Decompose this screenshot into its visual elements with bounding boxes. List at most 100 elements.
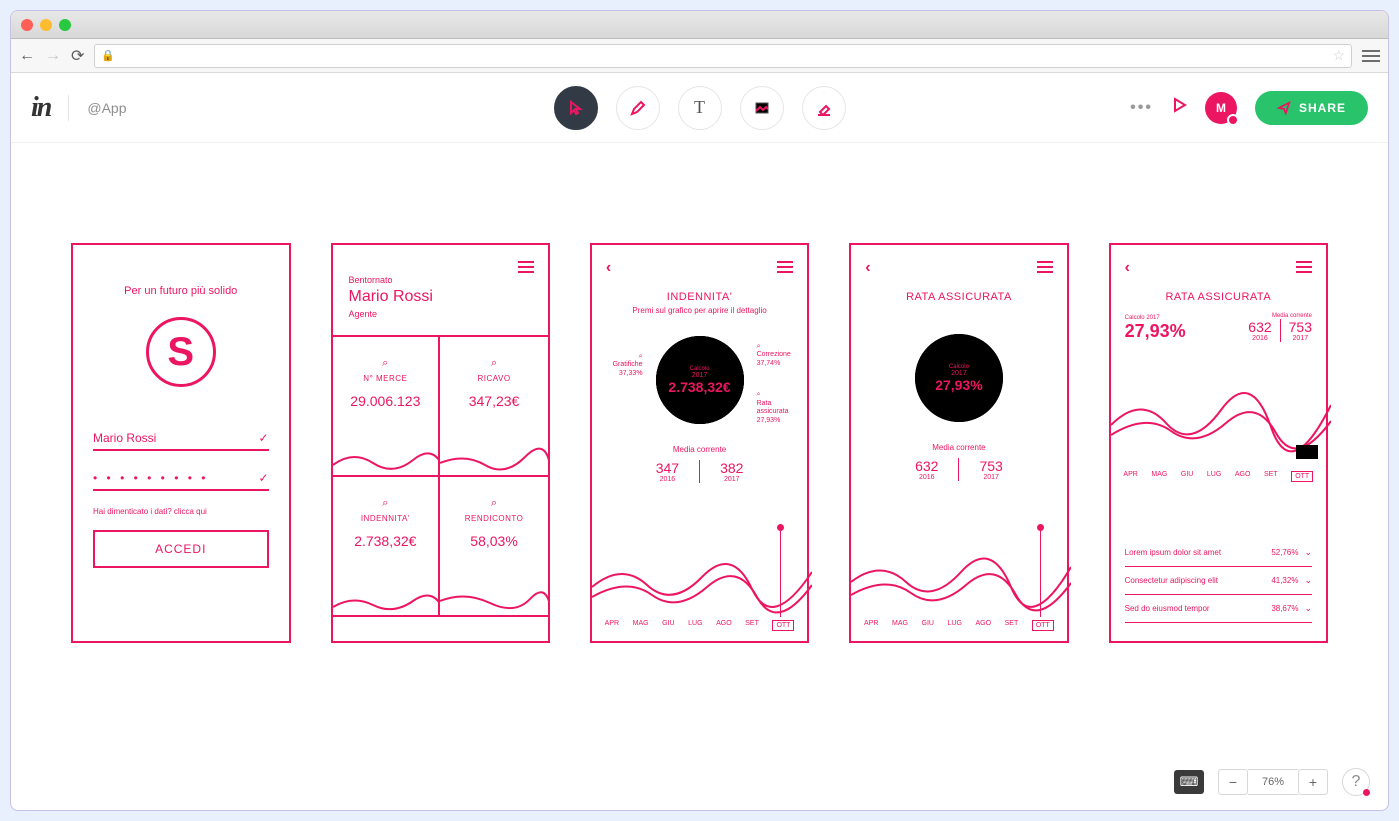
zoom-value[interactable]: 76%: [1248, 769, 1298, 795]
media-row: 6322016 7532017: [851, 458, 1066, 481]
cell-value: 58,03%: [448, 533, 540, 549]
donut-chart[interactable]: Calcolo 2017 2.738,32€ ⌕Gratifiche37,33%…: [645, 325, 755, 435]
share-button[interactable]: SHARE: [1255, 91, 1368, 125]
cell-rendiconto[interactable]: ⌕ RENDICONTO 58,03%: [440, 477, 548, 617]
artboard-login[interactable]: Per un futuro più solido S Mario Rossi ✓…: [71, 243, 291, 643]
window-maximize-icon[interactable]: [59, 19, 71, 31]
bookmark-star-icon[interactable]: ☆: [1332, 47, 1345, 64]
trend-chart: [851, 547, 1071, 617]
cell-label: RENDICONTO: [448, 514, 540, 523]
cell-label: N° MERCE: [341, 374, 431, 383]
user-role: Agente: [349, 309, 532, 319]
chevron-down-icon: ⌄: [1304, 547, 1312, 558]
zoom-out-button[interactable]: −: [1218, 769, 1248, 795]
cell-label: RICAVO: [448, 374, 540, 383]
month-axis: APRMAGGIULUGAGOSETOTT: [851, 620, 1066, 631]
more-menu-icon[interactable]: •••: [1130, 99, 1153, 117]
search-icon: ⌕: [341, 357, 431, 370]
donut-center: Calcolo 2017 2.738,32€: [645, 325, 755, 435]
browser-toolbar: ← → ⟳ 🔒 ☆: [11, 39, 1388, 73]
screen-subtitle: Premi sul grafico per aprire il dettagli…: [592, 306, 807, 315]
trend-chart: [592, 547, 812, 617]
dashboard-header: Bentornato Mario Rossi Agente: [333, 245, 548, 337]
address-bar[interactable]: 🔒 ☆: [94, 44, 1352, 68]
search-icon: ⌕: [341, 497, 431, 510]
check-icon: ✓: [258, 431, 268, 445]
invision-logo[interactable]: in: [31, 92, 50, 124]
artboard-dashboard[interactable]: Bentornato Mario Rossi Agente ⌕ N° MERCE…: [331, 243, 550, 643]
artboard-rata-detail[interactable]: ‹ RATA ASSICURATA Calcolo 2017 27,93% Me…: [1109, 243, 1328, 643]
pointer-tool[interactable]: [554, 86, 598, 130]
toolbar: T: [554, 86, 846, 130]
cell-merce[interactable]: ⌕ N° MERCE 29.006.123: [333, 337, 441, 477]
trend-chart: [1111, 375, 1331, 465]
summary-row: Calcolo 2017 27,93% Media corrente 63220…: [1111, 303, 1326, 348]
eraser-tool[interactable]: [802, 86, 846, 130]
menu-icon[interactable]: [1037, 261, 1053, 273]
header-right: ••• M SHARE: [1130, 91, 1368, 125]
back-icon[interactable]: ‹: [865, 259, 870, 277]
keyboard-icon[interactable]: ⌨: [1174, 770, 1204, 794]
pencil-tool[interactable]: [616, 86, 660, 130]
login-button[interactable]: ACCEDI: [93, 530, 269, 568]
cell-indennita[interactable]: ⌕ INDENNITA' 2.738,32€: [333, 477, 441, 617]
media-label: Media corrente: [592, 445, 807, 454]
forgot-link[interactable]: Hai dimenticato i dati? clicca qui: [93, 507, 269, 516]
user-avatar[interactable]: M: [1205, 92, 1237, 124]
back-icon[interactable]: ‹: [606, 259, 611, 277]
password-field[interactable]: • • • • • • • • • ✓: [93, 467, 269, 491]
breadcrumb[interactable]: @App: [87, 100, 126, 116]
cell-value: 2.738,32€: [341, 533, 431, 549]
zoom-in-button[interactable]: +: [1298, 769, 1328, 795]
welcome-label: Bentornato: [349, 275, 532, 285]
username-value: Mario Rossi: [93, 431, 156, 445]
month-axis: APRMAGGIULUGAGOSETOTT: [592, 620, 807, 631]
calc-percent: 27,93%: [1125, 321, 1186, 342]
browser-reload-icon[interactable]: ⟳: [71, 46, 84, 66]
browser-back-icon[interactable]: ←: [19, 47, 35, 65]
month-axis: APRMAGGIULUGAGOSETOTT: [1111, 471, 1326, 482]
list-item[interactable]: Sed do eiusmod tempor38,67%⌄: [1125, 595, 1312, 623]
window-minimize-icon[interactable]: [40, 19, 52, 31]
screen-title: RATA ASSICURATA: [851, 291, 1066, 303]
check-icon: ✓: [258, 471, 268, 485]
list-item[interactable]: Consectetur adipiscing elit41,32%⌄: [1125, 567, 1312, 595]
artboard-rata[interactable]: ‹ RATA ASSICURATA Calcolo 2017 27,93% Me…: [849, 243, 1068, 643]
text-tool[interactable]: T: [678, 86, 722, 130]
cell-ricavo[interactable]: ⌕ RICAVO 347,23€: [440, 337, 548, 477]
app-header: in @App T ••• M SHARE: [11, 73, 1388, 143]
browser-menu-icon[interactable]: [1362, 50, 1380, 62]
browser-forward-icon[interactable]: →: [45, 47, 61, 65]
username-field[interactable]: Mario Rossi ✓: [93, 427, 269, 451]
browser-window: ← → ⟳ 🔒 ☆ in @App T ••• M SHARE: [10, 10, 1389, 811]
menu-icon[interactable]: [1296, 261, 1312, 273]
chevron-down-icon: ⌄: [1304, 575, 1312, 586]
menu-icon[interactable]: [777, 261, 793, 273]
play-icon[interactable]: [1171, 97, 1187, 118]
cell-value: 29.006.123: [341, 393, 431, 409]
image-tool[interactable]: [740, 86, 784, 130]
detail-list: Lorem ipsum dolor sit amet52,76%⌄ Consec…: [1111, 539, 1326, 623]
chart-marker: [1040, 527, 1041, 617]
back-icon[interactable]: ‹: [1125, 259, 1130, 277]
mac-titlebar: [11, 11, 1388, 39]
chart-marker: [780, 527, 781, 617]
divider: [68, 95, 69, 121]
list-item[interactable]: Lorem ipsum dolor sit amet52,76%⌄: [1125, 539, 1312, 567]
window-close-icon[interactable]: [21, 19, 33, 31]
media-row: 3472016 3822017: [592, 460, 807, 483]
media-label: Media corrente: [851, 443, 1066, 452]
artboard-indennita[interactable]: ‹ INDENNITA' Premi sul grafico per aprir…: [590, 243, 809, 643]
zoom-control: − 76% +: [1218, 769, 1328, 795]
help-button[interactable]: ?: [1342, 768, 1370, 796]
segment-label: ⌕Rata assicurata27,93%: [757, 391, 799, 425]
bottom-toolbar: ⌨ − 76% + ?: [1174, 768, 1370, 796]
search-icon: ⌕: [448, 357, 540, 370]
search-icon: ⌕: [448, 497, 540, 510]
screen-title: RATA ASSICURATA: [1111, 291, 1326, 303]
donut-chart[interactable]: Calcolo 2017 27,93%: [904, 323, 1014, 433]
canvas[interactable]: Per un futuro più solido S Mario Rossi ✓…: [11, 143, 1388, 810]
dashboard-grid: ⌕ N° MERCE 29.006.123 ⌕ RICAVO 347,23€ ⌕…: [333, 337, 548, 617]
menu-icon[interactable]: [518, 261, 534, 273]
chevron-down-icon: ⌄: [1304, 603, 1312, 614]
